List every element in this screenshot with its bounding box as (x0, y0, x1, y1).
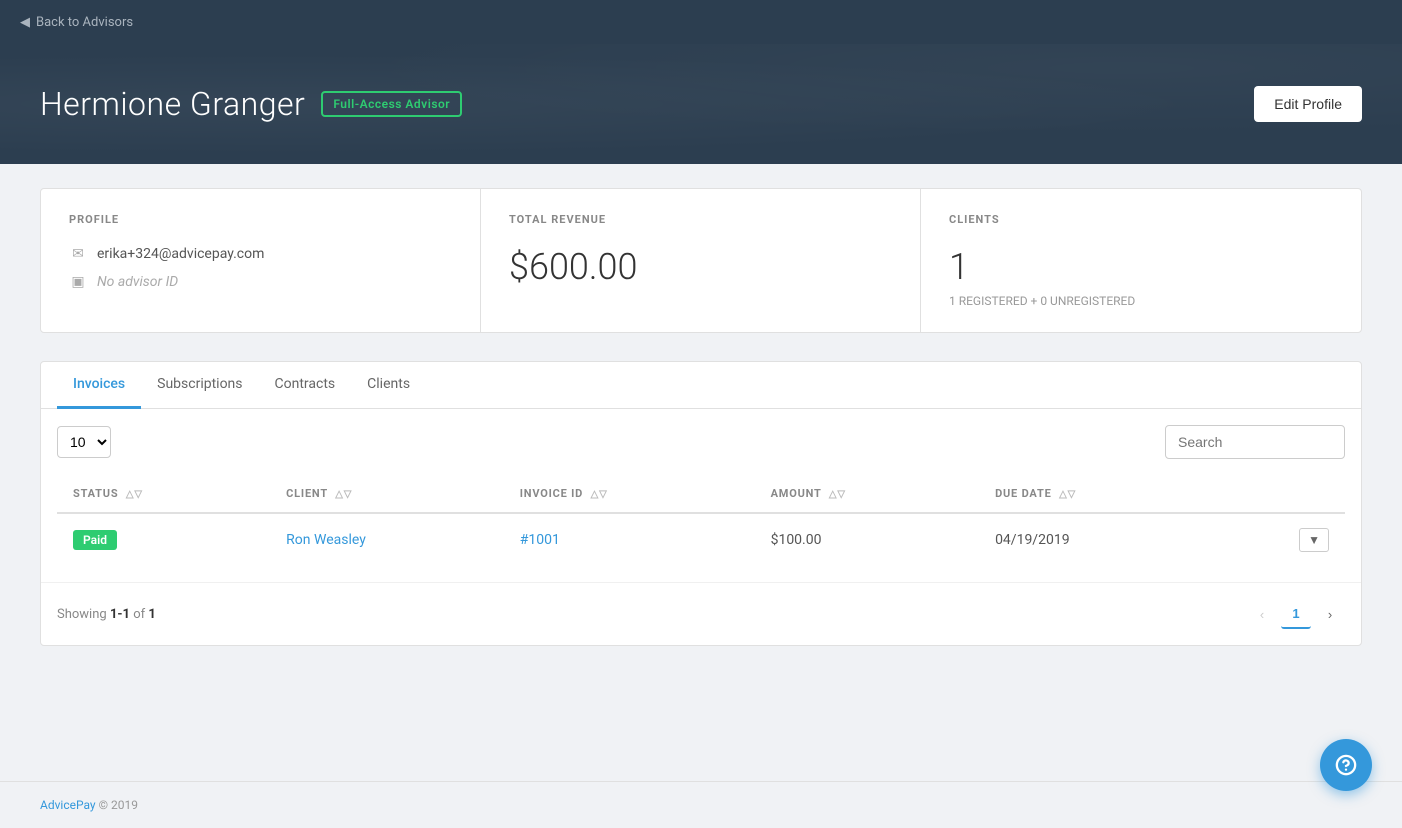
email-row: ✉ erika+324@advicepay.com (69, 246, 452, 262)
top-nav: ◀ Back to Advisors (0, 0, 1402, 44)
profile-header-left: Hermione Granger Full-Access Advisor (40, 85, 462, 123)
cell-row-actions: ▼ (1215, 513, 1345, 566)
client-link[interactable]: Ron Weasley (286, 532, 366, 548)
showing-prefix: Showing (57, 607, 110, 622)
next-page-button[interactable]: › (1315, 599, 1345, 629)
cell-client: Ron Weasley (270, 513, 504, 566)
table-section: 10 25 50 STATUS △▽ CLIENT △▽ (41, 409, 1361, 582)
sort-icon-amount: △▽ (829, 489, 846, 500)
edit-profile-button[interactable]: Edit Profile (1254, 86, 1362, 122)
table-controls: 10 25 50 (57, 425, 1345, 459)
help-icon (1335, 754, 1357, 776)
invoice-id-link[interactable]: #1001 (520, 532, 560, 548)
tab-clients[interactable]: Clients (351, 362, 426, 409)
table-header-row: STATUS △▽ CLIENT △▽ INVOICE ID △▽ AMOUNT… (57, 475, 1345, 513)
back-label: Back to Advisors (36, 15, 133, 30)
cell-invoice-id: #1001 (504, 513, 755, 566)
showing-text: Showing 1-1 of 1 (57, 607, 156, 622)
row-action-dropdown[interactable]: ▼ (1299, 528, 1329, 552)
revenue-card: TOTAL REVENUE $600.00 (481, 189, 921, 332)
profile-header: Hermione Granger Full-Access Advisor Edi… (0, 44, 1402, 164)
col-actions (1215, 475, 1345, 513)
col-due-date[interactable]: DUE DATE △▽ (979, 475, 1215, 513)
col-client[interactable]: CLIENT △▽ (270, 475, 504, 513)
tab-subscriptions[interactable]: Subscriptions (141, 362, 258, 409)
help-fab-button[interactable] (1320, 739, 1372, 791)
tab-invoices[interactable]: Invoices (57, 362, 141, 409)
status-badge: Paid (73, 530, 117, 550)
advisor-id: No advisor ID (97, 274, 178, 290)
col-amount[interactable]: AMOUNT △▽ (755, 475, 979, 513)
clients-label: CLIENTS (949, 213, 1333, 226)
revenue-value: $600.00 (509, 246, 892, 288)
col-invoice-id[interactable]: INVOICE ID △▽ (504, 475, 755, 513)
back-to-advisors-link[interactable]: ◀ Back to Advisors (20, 15, 133, 30)
chevron-left-icon: ◀ (20, 15, 30, 30)
profile-label: PROFILE (69, 213, 452, 226)
cell-due-date: 04/19/2019 (979, 513, 1215, 566)
page-size-select[interactable]: 10 25 50 (57, 426, 111, 458)
profile-info: ✉ erika+324@advicepay.com ▣ No advisor I… (69, 246, 452, 290)
sort-icon-client: △▽ (335, 489, 352, 500)
clients-registered: 1 REGISTERED + 0 UNREGISTERED (949, 294, 1333, 308)
showing-of: of (130, 607, 148, 622)
page-1-button[interactable]: 1 (1281, 599, 1311, 629)
main-content: PROFILE ✉ erika+324@advicepay.com ▣ No a… (0, 164, 1402, 781)
email-icon: ✉ (69, 246, 87, 262)
clients-card: CLIENTS 1 1 REGISTERED + 0 UNREGISTERED (921, 189, 1361, 332)
cell-amount: $100.00 (755, 513, 979, 566)
tab-contracts[interactable]: Contracts (259, 362, 352, 409)
sort-icon-invoice: △▽ (591, 489, 608, 500)
profile-card: PROFILE ✉ erika+324@advicepay.com ▣ No a… (41, 189, 481, 332)
profile-email: erika+324@advicepay.com (97, 246, 264, 262)
clients-count: 1 (949, 246, 1333, 288)
sort-icon-due-date: △▽ (1059, 489, 1076, 500)
table-row: Paid Ron Weasley #1001 $100.00 04/19/201… (57, 513, 1345, 566)
prev-page-button[interactable]: ‹ (1247, 599, 1277, 629)
stats-row: PROFILE ✉ erika+324@advicepay.com ▣ No a… (40, 188, 1362, 333)
showing-range: 1-1 (110, 607, 130, 622)
tabs-section: Invoices Subscriptions Contracts Clients… (40, 361, 1362, 646)
tabs-header: Invoices Subscriptions Contracts Clients (41, 362, 1361, 409)
access-badge: Full-Access Advisor (321, 91, 462, 117)
sort-icon-status: △▽ (126, 489, 143, 500)
advisor-name: Hermione Granger (40, 85, 305, 123)
advisor-id-row: ▣ No advisor ID (69, 274, 452, 290)
pagination-controls: ‹ 1 › (1247, 599, 1345, 629)
invoices-table: STATUS △▽ CLIENT △▽ INVOICE ID △▽ AMOUNT… (57, 475, 1345, 566)
showing-total: 1 (148, 607, 155, 622)
id-card-icon: ▣ (69, 274, 87, 290)
col-status[interactable]: STATUS △▽ (57, 475, 270, 513)
revenue-label: TOTAL REVENUE (509, 213, 892, 226)
footer-copy: © 2019 (96, 798, 138, 812)
pagination-row: Showing 1-1 of 1 ‹ 1 › (41, 582, 1361, 645)
search-input[interactable] (1165, 425, 1345, 459)
cell-status: Paid (57, 513, 270, 566)
footer-brand-link[interactable]: AdvicePay (40, 798, 96, 812)
